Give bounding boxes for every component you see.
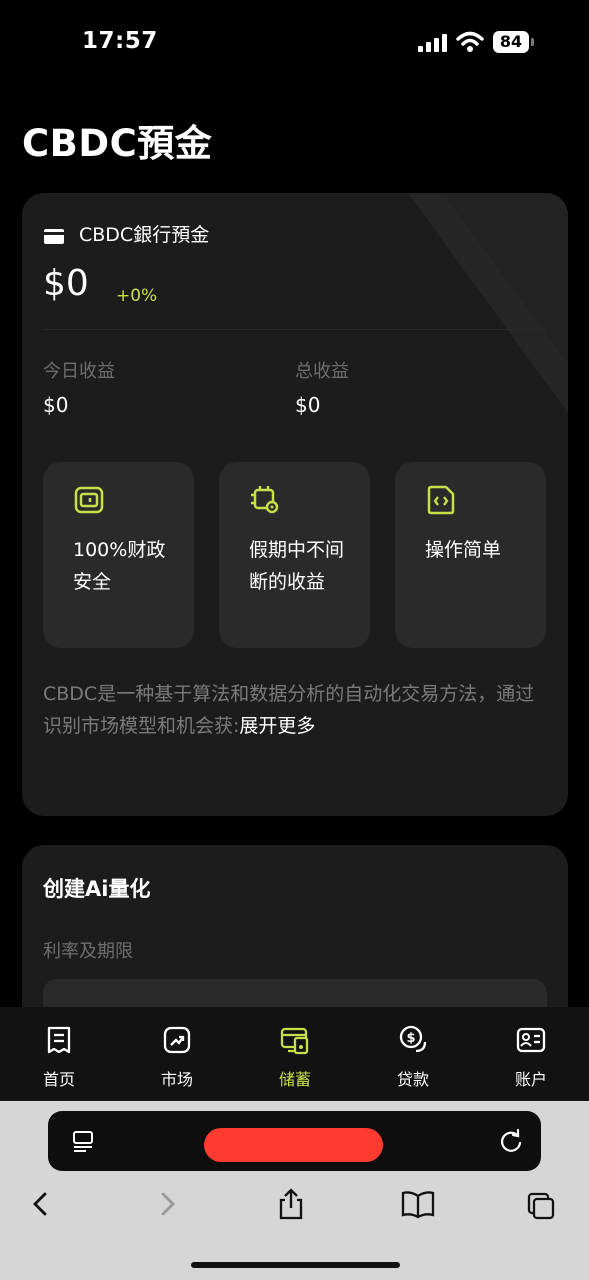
tab-label: 贷款 (396, 1070, 429, 1089)
forward-icon[interactable] (152, 1188, 182, 1220)
market-chart-icon (163, 1026, 191, 1054)
bottom-tab-bar: 首页 市场 储蓄 $ 贷款 账户 (0, 1007, 589, 1101)
reload-icon[interactable] (499, 1128, 523, 1154)
description: CBDC是一种基于算法和数据分析的自动化交易方法，通过识别市场模型和机会获:展开… (43, 678, 543, 742)
page-title: CBDC預金 (22, 122, 213, 165)
decorative-stripe (408, 193, 568, 413)
divider (43, 329, 547, 330)
account-card: CBDC銀行預金 $0 +0% 今日收益 $0 总收益 $0 100%财政安全 … (22, 193, 568, 816)
savings-icon (280, 1027, 309, 1055)
loan-coin-icon: $ (399, 1025, 427, 1053)
total-earnings-value: $0 (295, 393, 321, 417)
feature-text: 100%财政安全 (73, 539, 166, 593)
chip-gear-icon (251, 486, 279, 514)
rate-term-label: 利率及期限 (43, 941, 133, 962)
svg-text:$: $ (406, 1031, 415, 1046)
tab-market[interactable]: 市场 (118, 1007, 236, 1101)
tab-home[interactable]: 首页 (0, 1007, 118, 1101)
battery-indicator: 84 (493, 31, 535, 53)
balance-change: +0% (116, 286, 158, 306)
tabs-icon[interactable] (526, 1188, 556, 1220)
account-card-icon (516, 1027, 546, 1053)
tab-account[interactable]: 账户 (472, 1007, 589, 1101)
home-doc-icon (47, 1026, 71, 1054)
account-label: CBDC銀行預金 (79, 224, 210, 246)
battery-level: 84 (493, 31, 529, 53)
create-ai-title: 创建Ai量化 (43, 877, 151, 901)
redacted-url (204, 1128, 383, 1162)
tab-savings[interactable]: 储蓄 (236, 1007, 354, 1101)
feature-tile-security: 100%财政安全 (43, 462, 194, 648)
home-indicator (191, 1262, 400, 1268)
wallet-shield-icon (74, 486, 104, 514)
tab-label: 账户 (514, 1070, 547, 1089)
tab-label: 市场 (160, 1070, 193, 1089)
bookmarks-icon[interactable] (401, 1188, 435, 1220)
code-file-icon (427, 485, 455, 515)
status-time: 17:57 (82, 28, 158, 54)
feature-text: 假期中不间断的收益 (249, 539, 345, 593)
tab-label: 储蓄 (278, 1070, 311, 1089)
feature-tile-simple: 操作简单 (395, 462, 546, 648)
balance-value: $0 (43, 263, 89, 304)
card-icon (44, 229, 64, 244)
tab-loans[interactable]: $ 贷款 (354, 1007, 472, 1101)
back-icon[interactable] (26, 1188, 56, 1220)
share-icon[interactable] (276, 1188, 306, 1220)
expand-more-link[interactable]: 展开更多 (239, 715, 315, 737)
wifi-icon (456, 31, 484, 52)
feature-text: 操作简单 (425, 539, 502, 561)
page-menu-icon[interactable] (72, 1130, 94, 1152)
today-earnings-label: 今日收益 (43, 361, 115, 382)
feature-tile-earnings: 假期中不间断的收益 (219, 462, 370, 648)
tab-label: 首页 (42, 1070, 75, 1089)
today-earnings-value: $0 (43, 393, 69, 417)
cellular-signal-icon (418, 34, 447, 52)
total-earnings-label: 总收益 (295, 361, 349, 382)
